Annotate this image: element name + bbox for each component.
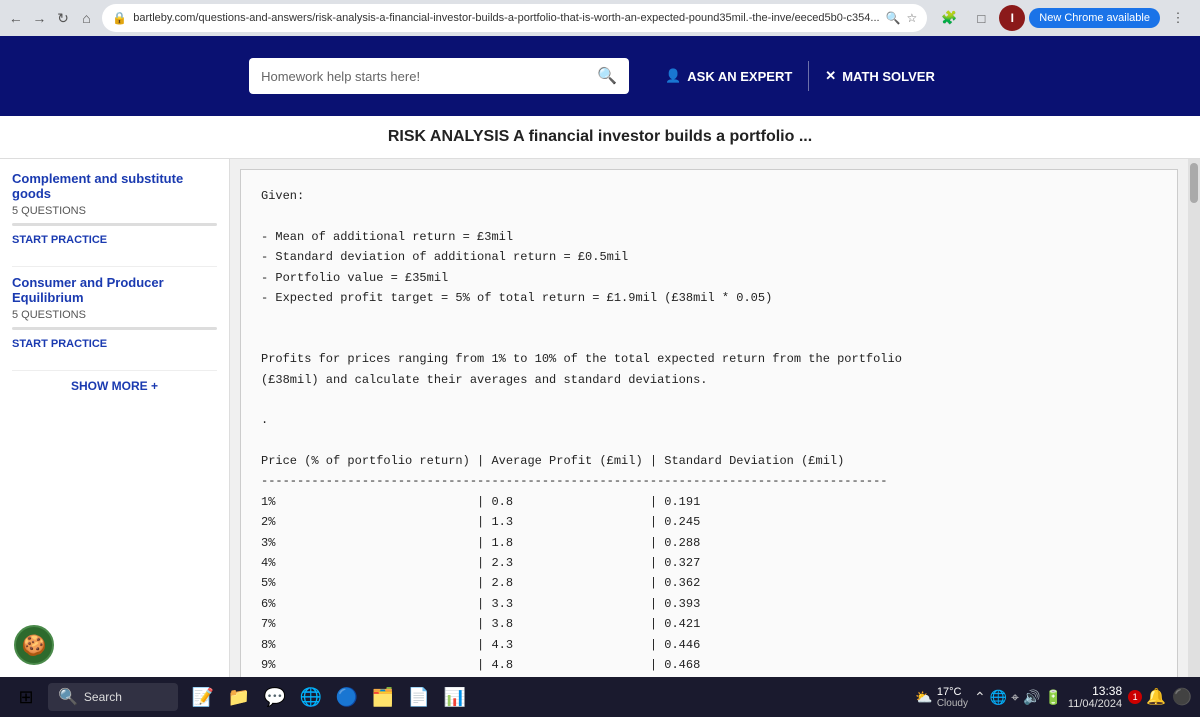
sidebar-section-1-start-button[interactable]: START PRACTICE: [12, 234, 107, 246]
taskbar-icon-notes[interactable]: 📝: [186, 679, 220, 715]
notification-badge: 1: [1128, 690, 1142, 704]
bartleby-header: Homework help starts here! 🔍 👤 ASK AN EX…: [0, 36, 1200, 116]
chevron-icon[interactable]: ⌃: [974, 689, 986, 706]
notification-area[interactable]: 1 🔔: [1128, 687, 1166, 707]
start-button[interactable]: ⊞: [8, 679, 44, 715]
taskbar-icon-edge[interactable]: 🌐: [294, 679, 328, 715]
battery-icon[interactable]: 🔋: [1044, 689, 1061, 706]
taskbar-icon-excel[interactable]: 📊: [438, 679, 472, 715]
sidebar-section-1: Complement and substitute goods 5 QUESTI…: [12, 171, 217, 246]
taskbar-search[interactable]: 🔍 Search: [48, 683, 178, 711]
weather-widget: ⛅ 17°C Cloudy: [915, 686, 968, 709]
forward-button[interactable]: →: [32, 4, 48, 32]
answer-content: Given: - Mean of additional return = £3m…: [240, 169, 1178, 678]
network-icon[interactable]: 🌐: [990, 689, 1007, 706]
weather-icon: ⛅: [915, 689, 932, 706]
color-icon: ⚫: [1172, 687, 1192, 707]
ask-expert-icon: 👤: [665, 68, 681, 84]
search-address-icon: 🔍: [886, 11, 901, 25]
search-placeholder-text: Homework help starts here!: [261, 69, 589, 84]
address-bar[interactable]: 🔒 bartleby.com/questions-and-answers/ris…: [102, 4, 927, 32]
wifi-icon[interactable]: ⌖: [1011, 689, 1019, 706]
taskbar-icon-explorer[interactable]: 🗂️: [366, 679, 400, 715]
browser-chrome: ← → ↻ ⌂ 🔒 bartleby.com/questions-and-ans…: [0, 0, 1200, 36]
chrome-actions: 🧩 □ I New Chrome available ⋮: [935, 4, 1192, 32]
sound-icon[interactable]: 🔊: [1023, 689, 1040, 706]
scroll-thumb: [1190, 163, 1198, 203]
sidebar-divider-2: [12, 370, 217, 371]
weather-info: 17°C Cloudy: [937, 686, 968, 709]
profile-button[interactable]: I: [999, 5, 1025, 31]
page-title: RISK ANALYSIS A financial investor build…: [0, 116, 1200, 159]
ask-expert-label: ASK AN EXPERT: [687, 69, 792, 84]
taskbar-pinned-icons: 📝 📁 💬 🌐 🔵 🗂️ 📄 📊: [186, 679, 472, 715]
search-bar[interactable]: Homework help starts here! 🔍: [249, 58, 629, 94]
ask-expert-button[interactable]: 👤 ASK AN EXPERT: [649, 60, 808, 92]
taskbar-search-text: Search: [84, 690, 122, 704]
main-content: Complement and substitute goods 5 QUESTI…: [0, 159, 1200, 678]
math-solver-icon: ✕: [825, 68, 836, 84]
taskbar-icon-chrome[interactable]: 🔵: [330, 679, 364, 715]
taskbar-search-icon: 🔍: [58, 687, 78, 707]
sidebar-section-1-title: Complement and substitute goods: [12, 171, 217, 201]
show-more-button[interactable]: SHOW MORE +: [12, 379, 217, 393]
taskbar-icon-chat[interactable]: 💬: [258, 679, 292, 715]
window-button[interactable]: □: [967, 4, 995, 32]
weather-temp: 17°C: [937, 686, 968, 698]
clock-time: 13:38: [1068, 684, 1122, 698]
taskbar: ⊞ 🔍 Search 📝 📁 💬 🌐 🔵 🗂️ 📄 📊 ⛅ 17°C Cloud…: [0, 677, 1200, 717]
sidebar-section-2-title: Consumer and Producer Equilibrium: [12, 275, 217, 305]
lock-icon: 🔒: [112, 11, 127, 25]
math-solver-label: MATH SOLVER: [842, 69, 935, 84]
right-scroll-indicator[interactable]: [1188, 159, 1200, 678]
math-solver-button[interactable]: ✕ MATH SOLVER: [809, 60, 951, 92]
home-button[interactable]: ⌂: [79, 4, 95, 32]
url-text: bartleby.com/questions-and-answers/risk-…: [133, 12, 879, 24]
sidebar-divider-1: [12, 266, 217, 267]
header-actions: 👤 ASK AN EXPERT ✕ MATH SOLVER: [649, 60, 951, 92]
sidebar-section-2: Consumer and Producer Equilibrium 5 QUES…: [12, 275, 217, 350]
bell-icon: 🔔: [1146, 687, 1166, 707]
sidebar-section-1-questions: 5 QUESTIONS: [12, 205, 217, 217]
browser-toolbar: ← → ↻ ⌂ 🔒 bartleby.com/questions-and-ans…: [0, 0, 1200, 36]
star-icon: ☆: [907, 11, 918, 25]
back-button[interactable]: ←: [8, 4, 24, 32]
taskbar-icon-files[interactable]: 📁: [222, 679, 256, 715]
clock-date: 11/04/2024: [1068, 698, 1122, 710]
windows-icon: ⊞: [18, 687, 33, 708]
extensions-button[interactable]: 🧩: [935, 4, 963, 32]
sidebar-section-2-progress-bar: [12, 327, 217, 330]
new-chrome-button[interactable]: New Chrome available: [1029, 8, 1160, 28]
chrome-menu-button[interactable]: ⋮: [1164, 4, 1192, 32]
search-submit-icon[interactable]: 🔍: [597, 66, 617, 86]
left-sidebar: Complement and substitute goods 5 QUESTI…: [0, 159, 230, 678]
sidebar-section-1-progress-bar: [12, 223, 217, 226]
cookie-consent-button[interactable]: 🍪: [14, 625, 54, 665]
taskbar-icon-word[interactable]: 📄: [402, 679, 436, 715]
sidebar-section-2-questions: 5 QUESTIONS: [12, 309, 217, 321]
taskbar-clock[interactable]: 13:38 11/04/2024: [1068, 684, 1122, 710]
taskbar-right: ⛅ 17°C Cloudy ⌃ 🌐 ⌖ 🔊 🔋 13:38 11/04/2024…: [915, 684, 1192, 710]
taskbar-system-icons: ⌃ 🌐 ⌖ 🔊 🔋: [974, 689, 1062, 706]
weather-desc: Cloudy: [937, 698, 968, 709]
answer-area[interactable]: Given: - Mean of additional return = £3m…: [230, 159, 1188, 678]
reload-button[interactable]: ↻: [55, 4, 71, 32]
sidebar-section-2-start-button[interactable]: START PRACTICE: [12, 338, 107, 350]
